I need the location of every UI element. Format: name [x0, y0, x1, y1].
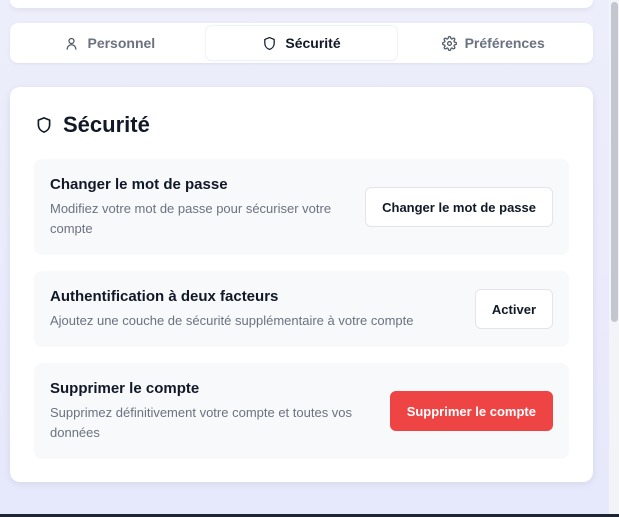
- setting-description-line: Supprimez définitivement votre compte et…: [50, 404, 353, 420]
- setting-row-2fa: Authentification à deux facteurs Ajoutez…: [34, 271, 569, 347]
- setting-description: Ajoutez une couche de sécurité supplémen…: [50, 311, 414, 331]
- scrollbar-thumb[interactable]: [611, 2, 618, 322]
- tab-securite-label: Sécurité: [285, 35, 341, 51]
- tab-preferences-label: Préférences: [464, 35, 545, 51]
- delete-account-button[interactable]: Supprimer le compte: [389, 391, 553, 431]
- setting-text-password: Changer le mot de passe Modifiez votre m…: [50, 176, 331, 239]
- activate-2fa-button[interactable]: Activer: [474, 289, 553, 329]
- setting-description-line: Modifiez votre mot de passe pour sécuris…: [50, 200, 332, 216]
- top-panel-edge: [10, 0, 593, 8]
- setting-title: Authentification à deux facteurs: [50, 287, 279, 305]
- setting-row-password: Changer le mot de passe Modifiez votre m…: [34, 159, 569, 255]
- settings-tabs: Personnel Sécurité Préférences: [10, 23, 593, 63]
- setting-text-delete: Supprimer le compte Supprimez définitive…: [50, 380, 352, 443]
- user-icon: [66, 37, 77, 50]
- setting-text-2fa: Authentification à deux facteurs Ajoutez…: [50, 288, 414, 331]
- card-title: Sécurité: [63, 112, 150, 137]
- setting-description-line: données: [50, 424, 100, 440]
- tab-personnel-label: Personnel: [87, 35, 156, 51]
- shield-icon: [264, 36, 276, 50]
- setting-description: Supprimez définitivement votre compte et…: [50, 403, 352, 443]
- setting-title: Supprimer le compte: [50, 379, 200, 397]
- setting-row-delete: Supprimer le compte Supprimez définitive…: [34, 363, 569, 459]
- setting-description-line: compte: [50, 220, 93, 236]
- security-card: Sécurité Changer le mot de passe Modifie…: [10, 87, 593, 482]
- setting-title: Changer le mot de passe: [50, 175, 228, 193]
- gear-icon: [441, 35, 457, 51]
- card-header: Sécurité: [35, 112, 150, 138]
- tab-preferences[interactable]: Préférences: [397, 26, 589, 60]
- setting-description: Modifiez votre mot de passe pour sécuris…: [50, 199, 331, 239]
- tab-securite[interactable]: Sécurité: [205, 26, 398, 60]
- scrollbar[interactable]: [609, 0, 619, 517]
- tab-personnel[interactable]: Personnel: [14, 26, 206, 60]
- setting-description-line: Ajoutez une couche de sécurité supplémen…: [50, 312, 414, 328]
- shield-icon: [37, 117, 51, 133]
- change-password-button[interactable]: Changer le mot de passe: [365, 187, 553, 227]
